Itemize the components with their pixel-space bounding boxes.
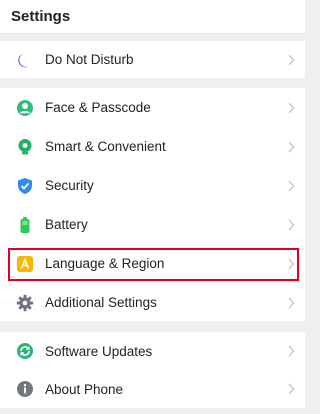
chevron-right-icon	[286, 383, 296, 395]
settings-item-label: Face & Passcode	[45, 100, 151, 115]
settings-group-3: Software Updates About Phone	[0, 332, 305, 408]
face-passcode-icon	[16, 99, 34, 117]
settings-item-software-updates[interactable]: Software Updates	[0, 332, 305, 370]
settings-item-language-region[interactable]: Language & Region	[0, 244, 305, 283]
smart-convenient-icon	[16, 138, 34, 156]
settings-item-label: About Phone	[45, 381, 124, 397]
chevron-right-icon	[286, 54, 296, 66]
page-title: Settings	[11, 8, 71, 25]
chevron-right-icon	[286, 180, 296, 192]
settings-item-label: Software Updates	[45, 343, 153, 359]
settings-item-about-phone[interactable]: About Phone	[0, 370, 305, 408]
settings-item-label: Smart & Convenient	[45, 139, 166, 154]
settings-item-label: Security	[45, 178, 94, 193]
chevron-right-icon	[286, 345, 296, 357]
settings-item-security[interactable]: Security	[0, 166, 305, 205]
language-icon	[16, 255, 34, 273]
moon-icon	[16, 51, 34, 69]
chevron-right-icon	[286, 219, 296, 231]
chevron-right-icon	[286, 141, 296, 153]
settings-item-label: Battery	[45, 217, 88, 232]
settings-item-battery[interactable]: Battery	[0, 205, 305, 244]
settings-item-additional-settings[interactable]: Additional Settings	[0, 283, 305, 322]
software-update-icon	[16, 342, 34, 360]
info-icon	[16, 380, 34, 398]
chevron-right-icon	[286, 297, 296, 309]
settings-item-smart-convenient[interactable]: Smart & Convenient	[0, 127, 305, 166]
settings-group-2: Face & Passcode Smart & Convenient Secur…	[0, 88, 305, 321]
chevron-right-icon	[286, 258, 296, 270]
settings-group-1: Do Not Disturb	[0, 41, 305, 78]
settings-item-face-passcode[interactable]: Face & Passcode	[0, 88, 305, 127]
gear-icon	[16, 294, 34, 312]
shield-icon	[16, 177, 34, 195]
chevron-right-icon	[286, 102, 296, 114]
header: Settings	[0, 0, 305, 34]
settings-item-label: Additional Settings	[45, 295, 157, 310]
settings-item-label: Language & Region	[45, 256, 165, 271]
battery-icon	[16, 216, 34, 234]
settings-item-label: Do Not Disturb	[45, 52, 134, 67]
settings-item-do-not-disturb[interactable]: Do Not Disturb	[0, 41, 305, 78]
